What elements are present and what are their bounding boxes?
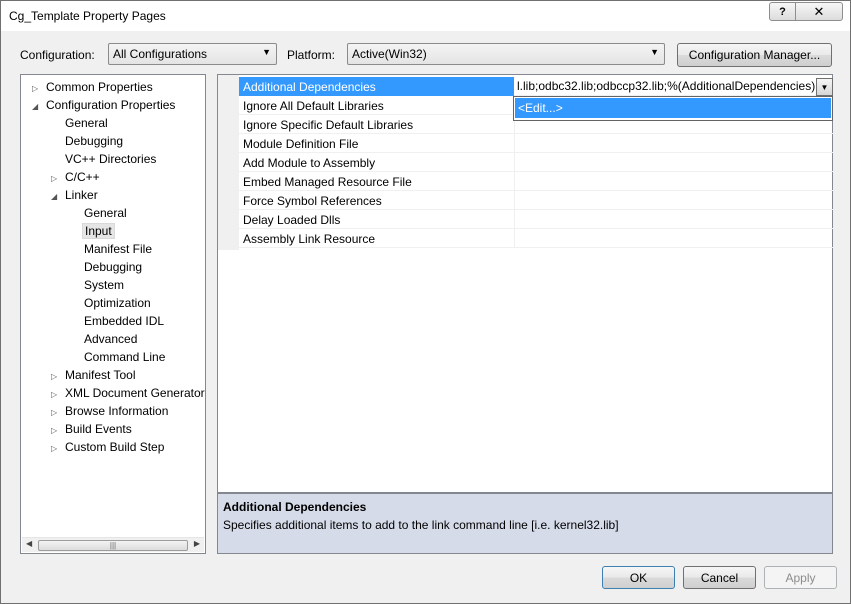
tree-item-advanced[interactable]: Advanced [70,330,139,348]
property-value[interactable] [515,172,833,191]
property-name[interactable]: Assembly Link Resource [239,229,515,248]
tree-item-configuration-properties[interactable]: ◢ Configuration Properties [32,96,177,114]
property-name[interactable]: Delay Loaded Dlls [239,210,515,229]
grid-row-module-definition-file[interactable]: Module Definition File [239,134,833,153]
tree-item-c-cpp[interactable]: ▷ C/C++ [51,168,102,186]
platform-select[interactable]: Active(Win32) ▼ [347,43,665,65]
platform-label: Platform: [287,48,336,62]
grid-row-assembly-link-resource[interactable]: Assembly Link Resource [239,229,833,248]
chevron-down-icon: ▼ [820,82,829,92]
property-grid: Additional Dependencies Ignore All Defau… [217,74,833,493]
tree-item-manifest-file[interactable]: Manifest File [70,240,154,258]
property-value[interactable] [515,229,833,248]
property-name[interactable]: Force Symbol References [239,191,515,210]
property-value[interactable] [515,210,833,229]
property-value[interactable] [515,134,833,153]
property-name[interactable]: Ignore All Default Libraries [239,96,515,115]
value-dropdown-button[interactable]: ▼ [816,78,833,96]
tree-item-linker[interactable]: ◢ Linker [51,186,100,204]
tree-item-common-properties[interactable]: ▷ Common Properties [32,78,155,96]
property-name[interactable]: Embed Managed Resource File [239,172,515,191]
property-value[interactable] [515,153,833,172]
property-pages-window: Cg_Template Property Pages ? ✕ Configura… [0,0,851,604]
configuration-label: Configuration: [20,48,95,62]
collapse-arrow-icon[interactable]: ◢ [51,188,63,206]
help-icon: ? [779,5,786,18]
property-value[interactable] [515,191,833,210]
grid-left-margin [218,75,239,250]
dropdown-option-edit[interactable]: <Edit...> [515,98,831,118]
property-tree[interactable]: ▷ Common Properties ◢ Configuration Proper… [20,74,206,554]
help-button[interactable]: ? [769,2,796,21]
configuration-select[interactable]: All Configurations ▼ [108,43,277,65]
tree-item-linker-input[interactable]: Input [70,222,115,240]
tree-item-vc-directories[interactable]: VC++ Directories [51,150,158,168]
tree-item-optimization[interactable]: Optimization [70,294,153,312]
tree-item-system[interactable]: System [70,276,126,294]
grid-row-embed-managed-resource-file[interactable]: Embed Managed Resource File [239,172,833,191]
description-title: Additional Dependencies [223,500,367,514]
property-name[interactable]: Add Module to Assembly [239,153,515,172]
close-button[interactable]: ✕ [795,2,843,21]
tree-item-debugging[interactable]: Debugging [51,132,125,150]
tree-item-general[interactable]: General [51,114,110,132]
grid-row-force-symbol-references[interactable]: Force Symbol References [239,191,833,210]
property-name[interactable]: Ignore Specific Default Libraries [239,115,515,134]
scroll-left-icon[interactable]: ◀ [26,539,32,548]
configuration-manager-button[interactable]: Configuration Manager... [677,43,832,67]
property-name[interactable]: Additional Dependencies [239,77,515,96]
additional-dependencies-input[interactable]: l.lib;odbc32.lib;odbccp32.lib;%(Addition… [514,78,816,95]
tree-item-browse-information[interactable]: ▷ Browse Information [51,402,170,420]
tree-item-linker-debugging[interactable]: Debugging [70,258,144,276]
tree-item-manifest-tool[interactable]: ▷ Manifest Tool [51,366,137,384]
property-name[interactable]: Module Definition File [239,134,515,153]
chevron-down-icon: ▼ [650,47,659,57]
value-dropdown-list: <Edit...> [513,96,833,121]
tree-item-build-events[interactable]: ▷ Build Events [51,420,134,438]
tree-item-linker-general[interactable]: General [70,204,129,222]
tree-item-embedded-idl[interactable]: Embedded IDL [70,312,166,330]
tree-item-command-line[interactable]: Command Line [70,348,167,366]
window-title: Cg_Template Property Pages [9,9,166,23]
description-text: Specifies additional items to add to the… [223,518,619,532]
expand-arrow-icon[interactable]: ▷ [51,440,63,458]
title-bar: Cg_Template Property Pages ? ✕ [1,1,850,31]
close-icon: ✕ [813,3,825,19]
scrollbar-thumb[interactable]: ||| [38,540,188,551]
platform-value: Active(Win32) [352,47,427,61]
apply-button[interactable]: Apply [764,566,837,589]
tree-item-xml-document-generator[interactable]: ▷ XML Document Generator [51,384,205,402]
ok-button[interactable]: OK [602,566,675,589]
cancel-button[interactable]: Cancel [683,566,756,589]
tree-item-custom-build-step[interactable]: ▷ Custom Build Step [51,438,166,456]
collapse-arrow-icon[interactable]: ◢ [32,98,44,116]
grid-row-add-module-to-assembly[interactable]: Add Module to Assembly [239,153,833,172]
chevron-down-icon: ▼ [262,47,271,57]
grid-row-delay-loaded-dlls[interactable]: Delay Loaded Dlls [239,210,833,229]
scroll-right-icon[interactable]: ▶ [194,539,200,548]
description-pane: Additional Dependencies Specifies additi… [217,493,833,554]
tree-horizontal-scrollbar[interactable]: ◀ ||| ▶ [22,537,204,552]
configuration-value: All Configurations [113,47,208,61]
